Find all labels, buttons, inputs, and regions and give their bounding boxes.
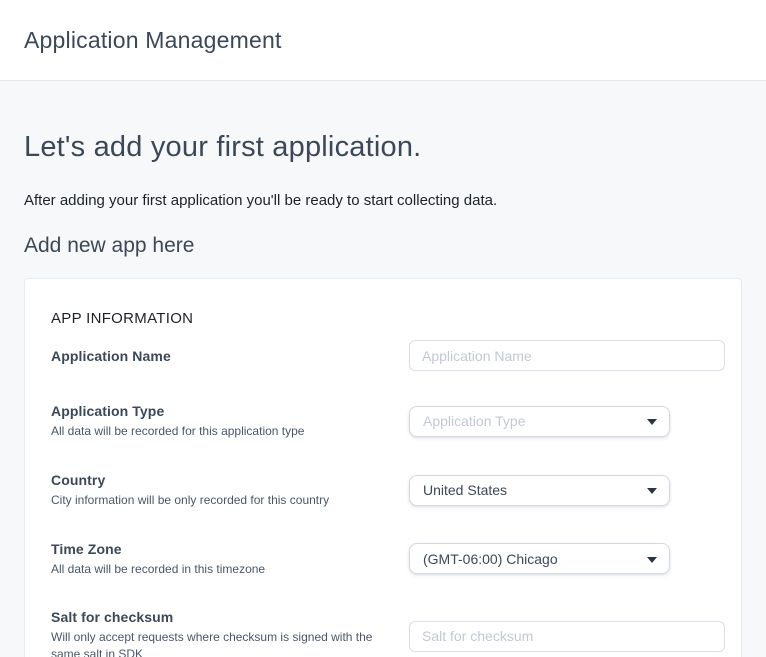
salt-for-checksum-label: Salt for checksum <box>51 609 389 625</box>
form-row-application-name: Application Name <box>51 340 725 371</box>
application-type-helper: All data will be recorded for this appli… <box>51 423 389 440</box>
main-content: Let's add your first application. After … <box>0 81 766 657</box>
application-type-select-value: Application Type <box>423 413 525 429</box>
top-header: Application Management <box>0 0 766 81</box>
page-title: Application Management <box>24 27 282 54</box>
caret-down-icon <box>647 419 657 425</box>
country-select-value: United States <box>423 482 507 498</box>
onboarding-heading: Let's add your first application. <box>24 81 742 164</box>
application-type-label: Application Type <box>51 403 389 419</box>
time-zone-select[interactable]: (GMT-06:00) Chicago <box>409 543 670 574</box>
form-row-application-type: Application Type All data will be record… <box>51 403 725 440</box>
form-row-country: Country City information will be only re… <box>51 472 725 509</box>
application-name-label: Application Name <box>51 348 389 364</box>
app-information-card: APP INFORMATION Application Name Applica… <box>24 278 742 657</box>
country-helper: City information will be only recorded f… <box>51 492 389 509</box>
salt-for-checksum-helper: Will only accept requests where checksum… <box>51 629 389 657</box>
add-app-section-heading: Add new app here <box>24 234 742 258</box>
form-row-time-zone: Time Zone All data will be recorded in t… <box>51 541 725 578</box>
caret-down-icon <box>647 557 657 563</box>
country-select[interactable]: United States <box>409 475 670 506</box>
application-name-input[interactable] <box>409 340 725 371</box>
country-label: Country <box>51 472 389 488</box>
salt-for-checksum-input[interactable] <box>409 621 725 652</box>
card-section-title: APP INFORMATION <box>51 310 725 327</box>
onboarding-subheading: After adding your first application you'… <box>24 192 742 209</box>
caret-down-icon <box>647 488 657 494</box>
form-row-salt-for-checksum: Salt for checksum Will only accept reque… <box>51 609 725 657</box>
time-zone-label: Time Zone <box>51 541 389 557</box>
time-zone-select-value: (GMT-06:00) Chicago <box>423 551 558 567</box>
time-zone-helper: All data will be recorded in this timezo… <box>51 561 389 578</box>
application-type-select[interactable]: Application Type <box>409 406 670 437</box>
